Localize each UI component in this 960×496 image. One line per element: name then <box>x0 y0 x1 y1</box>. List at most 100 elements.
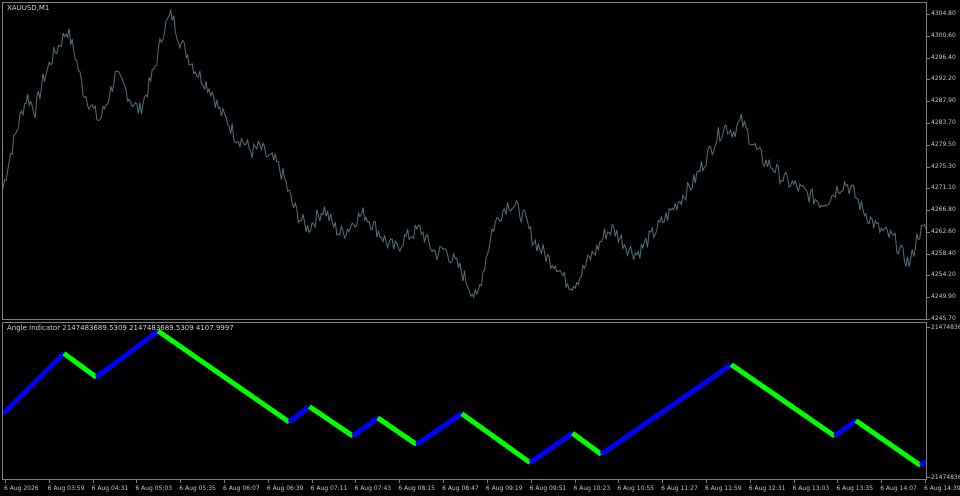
indicator-pane[interactable]: Angle Indicator 2147483689.5309 21474836… <box>2 322 927 480</box>
price-axis-label: 4249.90 <box>931 293 956 301</box>
indicator-up-segment <box>415 411 464 447</box>
time-axis-tick <box>5 480 6 483</box>
time-axis-tick <box>574 480 576 483</box>
indicator-up-segment <box>528 431 574 465</box>
time-axis-tick <box>48 480 50 483</box>
indicator-down-segment <box>854 418 922 468</box>
time-axis-label: 6 Aug 06:07 <box>223 485 260 492</box>
time-axis-tick <box>180 480 182 483</box>
symbol-title: XAUUSD,M1 <box>7 4 50 12</box>
time-axis-label: 6 Aug 11:59 <box>704 485 742 492</box>
price-line-plot <box>3 9 926 299</box>
indicator-down-segment <box>571 431 603 457</box>
time-axis-label: 6 Aug 03:59 <box>47 485 85 492</box>
price-chart-pane[interactable]: XAUUSD,M1 <box>2 2 927 320</box>
price-axis-tick <box>927 210 930 212</box>
price-axis-tick <box>927 319 930 320</box>
indicator-axis-top: 2147483689 <box>931 324 960 331</box>
indicator-down-segment <box>308 404 355 439</box>
indicator-down-segment <box>729 362 837 439</box>
indicator-up-segment <box>287 404 311 424</box>
time-axis-tick <box>267 480 269 483</box>
indicator-down-segment <box>156 328 291 425</box>
indicator-up-segment <box>833 418 858 439</box>
price-axis-label: 4300.60 <box>931 31 956 39</box>
time-axis-label: 6 Aug 07:43 <box>354 485 392 492</box>
price-axis-label: 4266.80 <box>931 206 956 214</box>
time-axis-tick <box>224 480 226 483</box>
indicator-down-segment <box>460 411 532 465</box>
indicator-up-segment <box>94 328 160 380</box>
time-axis-label: 6 Aug 05:35 <box>179 485 216 492</box>
indicator-down-segment <box>376 415 418 447</box>
time-axis-label: 6 Aug 11:27 <box>661 485 698 492</box>
price-axis-label: 4296.40 <box>931 53 956 61</box>
indicator-up-segment <box>599 362 733 457</box>
time-axis-label: 6 Aug 08:47 <box>442 485 479 492</box>
indicator-down-segment <box>62 351 98 380</box>
time-axis-tick <box>837 480 839 483</box>
time-axis-label: 6 Aug 13:03 <box>792 485 830 492</box>
angle-indicator-plot <box>3 328 926 468</box>
chart-window: XAUUSD,M1 Angle Indicator 2147483689.530… <box>0 0 960 496</box>
time-axis-tick <box>136 480 138 483</box>
time-axis-tick <box>486 480 488 483</box>
time-axis-label: 6 Aug 09:51 <box>529 485 567 492</box>
price-axis-tick <box>927 101 930 103</box>
time-axis-label: 6 Aug 2026 <box>4 485 39 492</box>
time-axis-tick <box>618 480 620 483</box>
price-axis-tick <box>927 14 930 15</box>
time-axis-label: 6 Aug 05:03 <box>135 485 173 492</box>
price-axis-tick <box>927 57 930 59</box>
price-axis-tick <box>927 253 930 255</box>
price-axis-tick <box>927 35 930 37</box>
price-axis-label: 4287.90 <box>931 97 956 105</box>
time-axis-tick <box>311 480 313 483</box>
price-series-line <box>3 9 926 299</box>
price-axis-label: 4275.30 <box>931 162 956 170</box>
time-axis-label: 6 Aug 08:15 <box>398 485 435 492</box>
time-axis-label: 6 Aug 09:19 <box>485 485 523 492</box>
indicator-up-segment <box>3 351 66 416</box>
time-axis-label: 6 Aug 04:31 <box>91 485 129 492</box>
time-axis-label: 6 Aug 10:23 <box>573 485 611 492</box>
price-axis-tick <box>927 275 930 277</box>
price-axis-tick <box>927 188 930 190</box>
price-axis-tick <box>927 144 930 146</box>
time-axis-tick <box>662 480 664 483</box>
indicator-title: Angle Indicator 2147483689.5309 21474836… <box>7 324 234 332</box>
time-axis-label: 6 Aug 06:39 <box>266 485 304 492</box>
price-axis-tick <box>927 297 930 299</box>
price-axis-label: 4271.10 <box>931 184 956 192</box>
price-axis-tick <box>927 79 930 81</box>
price-axis-label: 4283.70 <box>931 118 956 126</box>
price-axis-label: 4258.40 <box>931 249 956 257</box>
time-axis-label: 6 Aug 14:07 <box>880 485 917 492</box>
indicator-up-segment <box>918 459 926 468</box>
time-axis-label: 6 Aug 13:35 <box>836 485 874 492</box>
price-axis-label: 4304.80 <box>931 10 956 17</box>
time-axis-label: 6 Aug 12:31 <box>748 485 786 492</box>
indicator-axis-top-tick <box>927 327 930 328</box>
time-axis-label: 6 Aug 10:55 <box>617 485 654 492</box>
price-axis-label: 4245.70 <box>931 315 956 322</box>
indicator-up-segment <box>351 415 380 439</box>
price-axis-tick <box>927 166 930 168</box>
price-axis-tick <box>927 122 930 124</box>
time-axis-tick <box>443 480 445 483</box>
time-axis-tick <box>92 480 94 483</box>
time-axis-tick <box>530 480 532 483</box>
indicator-axis-bottom-tick <box>927 477 930 478</box>
time-axis-tick <box>355 480 357 483</box>
price-axis-label: 4262.60 <box>931 227 956 235</box>
time-axis-label: 6 Aug 14:39 <box>924 485 960 492</box>
time-axis-tick <box>705 480 707 483</box>
time-axis-label: 6 Aug 07:11 <box>310 485 348 492</box>
time-axis-tick <box>925 480 926 483</box>
price-axis-tick <box>927 231 930 233</box>
indicator-axis-bottom: 2147483689 <box>931 474 960 481</box>
time-axis-tick <box>793 480 795 483</box>
price-axis-label: 4292.20 <box>931 75 956 83</box>
time-axis-tick <box>749 480 751 483</box>
time-axis-tick <box>881 480 883 483</box>
